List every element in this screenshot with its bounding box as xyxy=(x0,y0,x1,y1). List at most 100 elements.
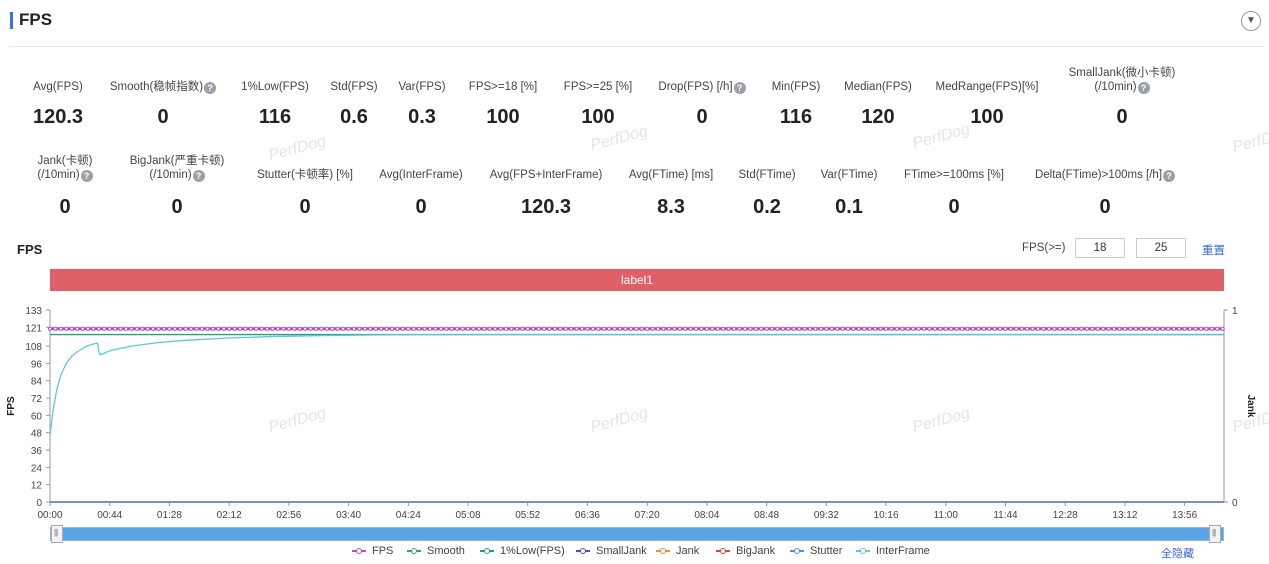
fps-point xyxy=(493,326,498,331)
legend-swatch xyxy=(407,548,421,555)
fps-point xyxy=(422,326,427,331)
fps-point xyxy=(351,326,357,331)
fps-point xyxy=(1063,326,1068,331)
fps-point xyxy=(319,326,324,331)
fps-point xyxy=(216,326,221,331)
fps-point xyxy=(677,326,682,331)
legend-swatch xyxy=(352,548,366,555)
fps-point xyxy=(178,326,183,331)
legend-item[interactable]: InterFrame xyxy=(856,545,930,557)
help-icon[interactable]: ? xyxy=(1163,170,1176,182)
fps-point xyxy=(1003,326,1008,331)
fps-point xyxy=(970,326,976,331)
legend-label: FPS xyxy=(372,545,394,557)
fps-point xyxy=(590,326,595,331)
fps-point xyxy=(764,326,769,331)
label-band[interactable]: label1 xyxy=(50,269,1224,291)
threshold-1-input[interactable] xyxy=(1075,238,1125,258)
legend-item[interactable]: SmallJank xyxy=(576,545,647,557)
x-tick-label: 05:52 xyxy=(515,510,540,521)
fps-point xyxy=(1030,326,1035,331)
legend-item[interactable]: BigJank xyxy=(716,545,775,557)
x-tick-label: 03:40 xyxy=(336,510,361,521)
legend-item[interactable]: Stutter xyxy=(790,545,842,557)
fps-point xyxy=(552,326,557,331)
fps-point xyxy=(1073,326,1079,331)
fps-point xyxy=(840,326,845,331)
fps-point xyxy=(943,326,948,331)
fps-point xyxy=(1182,326,1187,331)
metric-label: FTime>=100ms [%] xyxy=(904,169,1004,181)
legend-item[interactable]: Smooth xyxy=(407,545,465,557)
fps-point xyxy=(96,326,101,331)
fps-point xyxy=(601,326,606,331)
legend-label: InterFrame xyxy=(876,545,930,557)
fps-point xyxy=(1171,326,1176,331)
fps-point xyxy=(574,326,579,331)
x-tick-label: 00:00 xyxy=(37,510,62,521)
fps-point xyxy=(69,326,74,331)
threshold-2-input[interactable] xyxy=(1136,238,1186,258)
fps-point xyxy=(417,326,422,331)
fps-point xyxy=(813,326,818,331)
fps-point xyxy=(189,326,194,331)
help-icon[interactable]: ? xyxy=(1137,82,1150,94)
y-tick-label: 96 xyxy=(31,359,43,370)
fps-point xyxy=(666,326,671,331)
fps-point xyxy=(921,326,927,331)
y2-axis-label: Jank xyxy=(1245,395,1256,418)
fps-point xyxy=(959,326,965,331)
fps-point xyxy=(818,326,824,331)
fps-point xyxy=(612,326,617,331)
legend-label: Stutter xyxy=(810,545,843,557)
fps-point xyxy=(802,326,807,331)
fps-point xyxy=(433,326,438,331)
help-icon[interactable]: ? xyxy=(192,170,205,182)
fps-point xyxy=(145,326,150,331)
fps-point xyxy=(210,326,215,331)
legend-item[interactable]: Jank xyxy=(656,545,699,557)
y-tick-label: 12 xyxy=(31,481,43,492)
x-tick-label: 13:12 xyxy=(1112,510,1137,521)
fps-point xyxy=(297,326,302,331)
x-tick-label: 10:16 xyxy=(874,510,899,521)
legend-item[interactable]: FPS xyxy=(352,545,393,557)
fps-point xyxy=(634,326,639,331)
fps-point xyxy=(509,326,514,331)
metric-8: FTime>=100ms [%] 0 xyxy=(874,168,1034,218)
legend-item[interactable]: 1%Low(FPS) xyxy=(480,545,565,557)
time-range-scrollbar[interactable] xyxy=(50,527,1224,541)
hide-all-link[interactable]: 全隐藏 xyxy=(1161,545,1194,561)
fps-point xyxy=(585,326,590,331)
y-tick-label: 108 xyxy=(25,342,42,353)
fps-point xyxy=(726,326,731,331)
fps-point xyxy=(47,326,53,331)
reset-link[interactable]: 重置 xyxy=(1202,242,1225,258)
scroll-handle-left[interactable] xyxy=(51,525,63,543)
y-tick-label: 84 xyxy=(31,377,43,388)
y-tick-label: 72 xyxy=(31,394,43,405)
fps-point xyxy=(395,326,400,331)
fps-point xyxy=(965,326,970,331)
fps-point xyxy=(807,326,813,331)
fps-point xyxy=(742,326,747,331)
fps-point xyxy=(987,326,992,331)
fps-point xyxy=(1193,326,1198,331)
fps-point xyxy=(1035,326,1041,331)
fps-point xyxy=(715,326,720,331)
fps-point xyxy=(558,326,563,331)
help-icon[interactable]: ? xyxy=(80,170,93,182)
collapse-icon[interactable]: ▼ xyxy=(1241,11,1261,31)
fps-point xyxy=(927,326,932,331)
fps-point xyxy=(265,326,270,331)
fps-point xyxy=(688,326,693,331)
header-divider xyxy=(10,46,1264,47)
fps-point xyxy=(438,326,443,331)
fps-point xyxy=(748,326,753,331)
fps-point xyxy=(845,326,851,331)
scroll-handle-right[interactable] xyxy=(1209,525,1221,543)
metric-label-line2: (/10min)? xyxy=(1042,80,1202,94)
fps-point xyxy=(1187,326,1193,331)
fps-chart[interactable]: 0 12 24 36 48 60 72 84 96 108 121 133 0 1 FPS Jank 00:00… xyxy=(0,300,1269,526)
fps-point xyxy=(829,326,834,331)
